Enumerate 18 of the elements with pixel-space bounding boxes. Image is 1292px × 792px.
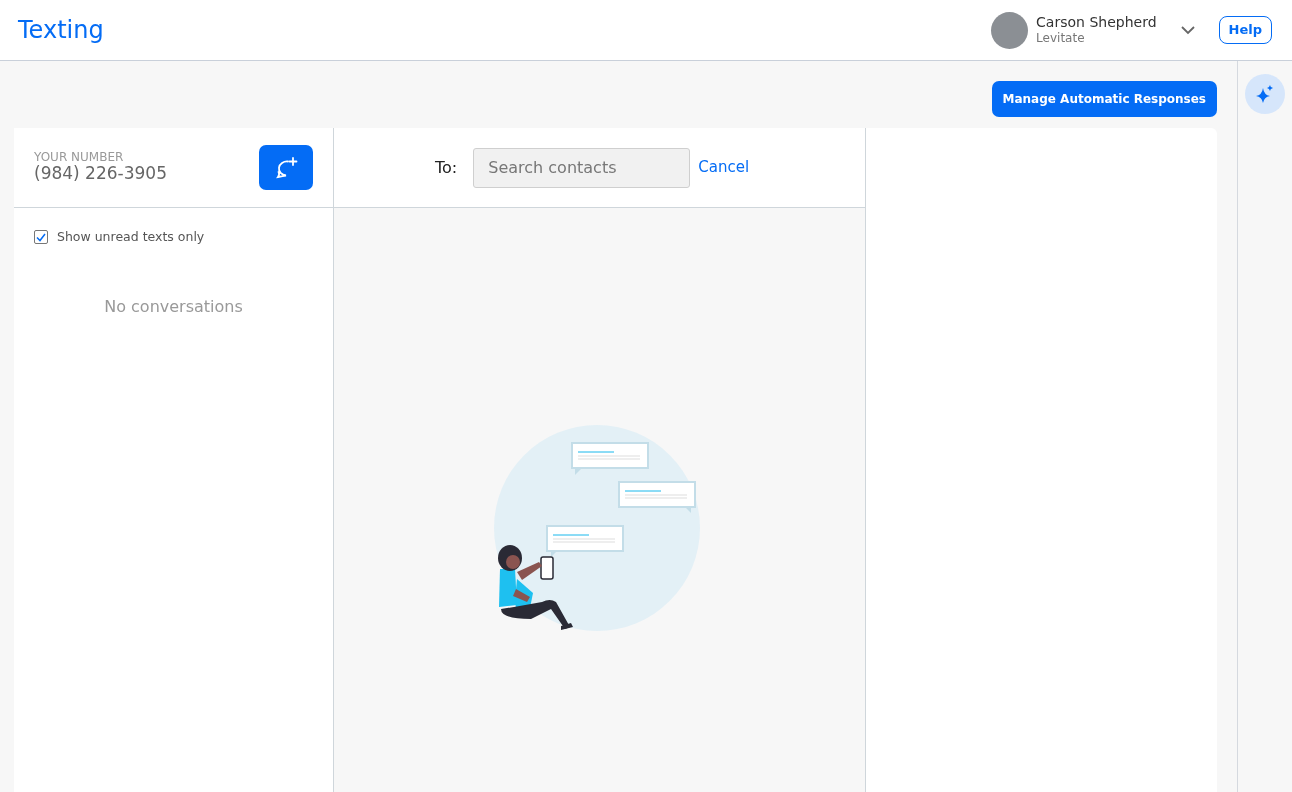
unread-checkbox[interactable] [34,230,48,245]
chevron-down-icon[interactable] [1180,25,1195,35]
user-avatar[interactable] [991,11,1029,49]
sparkle-icon [1255,84,1275,104]
new-message-button[interactable] [259,145,313,190]
unread-filter-label: Show unread texts only [57,228,205,246]
empty-state-message: No conversations [104,296,243,316]
search-contacts-field[interactable]: Search contacts [473,147,691,188]
ai-assistant-button[interactable] [1245,74,1285,114]
app-title: Texting [18,15,104,46]
number-label: YOUR NUMBER [34,151,125,164]
cancel-link[interactable]: Cancel [698,156,750,179]
phone-number: (984) 226-3905 [34,163,167,184]
to-label: To: [435,156,458,179]
manage-automatic-responses-button[interactable]: Manage Automatic Responses [991,81,1217,117]
organization-name: Levitate [1036,31,1086,46]
user-name: Carson Shepherd [1036,14,1157,32]
help-button[interactable]: Help [1218,16,1272,44]
